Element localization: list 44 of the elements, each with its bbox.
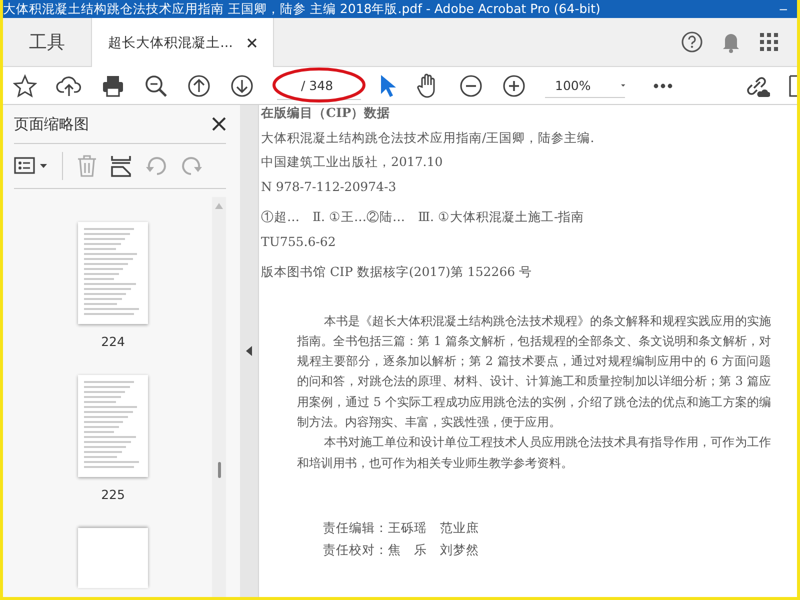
cip-line: 大体积混凝土结构跳仓法技术应用指南/王国卿，陆参主编. bbox=[261, 128, 596, 146]
caret-icon bbox=[620, 82, 625, 88]
extract-pages-icon[interactable] bbox=[111, 155, 131, 177]
cip-line: 版本图书馆 CIP 数据核字(2017)第 152266 号 bbox=[261, 263, 534, 281]
plus-circle-icon[interactable] bbox=[502, 74, 526, 98]
arrow-up-icon[interactable] bbox=[187, 74, 211, 98]
panel-icon[interactable] bbox=[789, 74, 797, 96]
page-thumbnail[interactable] bbox=[78, 375, 148, 477]
arrow-down-icon[interactable] bbox=[230, 74, 254, 98]
window-title: 大体积混凝土结构跳仓法技术应用指南 王国卿，陆参 主编 2018年版.pdf - Adobe Acrobat Pro (64-bit) bbox=[3, 0, 602, 18]
page-thumbnail[interactable] bbox=[78, 528, 148, 588]
scrollbar[interactable] bbox=[212, 197, 226, 597]
credit-line: 责任校对：焦 乐 刘梦然 bbox=[323, 540, 480, 559]
star-icon[interactable] bbox=[13, 74, 37, 98]
cip-line: 中国建筑工业出版社，2017.10 bbox=[261, 153, 444, 171]
collapse-arrow-icon[interactable] bbox=[246, 346, 252, 356]
page-thumbnail[interactable] bbox=[78, 222, 148, 324]
cip-line: 在版编目（CIP）数据 bbox=[261, 105, 392, 122]
options-icon[interactable] bbox=[14, 156, 48, 176]
cip-line: ①超… Ⅱ. ①王…②陆… Ⅲ. ①大体积混凝土施工-指南 bbox=[261, 208, 586, 226]
minimize-button[interactable]: – bbox=[770, 1, 797, 17]
cloud-upload-icon[interactable] bbox=[56, 74, 82, 98]
help-icon[interactable] bbox=[681, 31, 703, 53]
body-paragraph: 本书是《超长大体积混凝土结构跳仓法技术规程》的条文解释和规程实践应用的实施指南。全书包括三篇：第 1 篇条文解析，包括规程的全部条文、条文说明和条文解析，对规程主要部分，逐条加以解析；第 2 篇技术要点，通过对规程编制应用中的 6 方面问题的问和答，对跳仓法的原理、材料、设计、计算施工和质量控制加以详细分析；第 3 篇应用案例，通过 5 个实际工程成功应用跳仓法的实例，介绍了跳仓法的优点和施工方案的编制方法。内容翔实、丰富，实践性强，便于应用。 bbox=[297, 312, 771, 431]
more-icon[interactable] bbox=[653, 82, 673, 88]
apps-grid-icon[interactable] bbox=[759, 32, 779, 52]
cursor-arrow-icon[interactable] bbox=[379, 74, 397, 98]
cip-line: TU755.6-62 bbox=[261, 232, 337, 250]
credit-line: 责任编辑：王砾瑶 范业庶 bbox=[323, 518, 480, 537]
zoom-dropdown[interactable]: 100% bbox=[545, 74, 625, 98]
bell-icon[interactable] bbox=[721, 31, 741, 53]
panel-title: 页面缩略图 bbox=[14, 114, 89, 134]
body-paragraph: 本书对施工单位和设计单位工程技术人员应用跳仓法技术具有指导作用，可作为工作和培训用书，也可作为相关专业师生教学参考资料。 bbox=[297, 434, 771, 472]
minus-circle-icon[interactable] bbox=[459, 74, 483, 98]
scroll-thumb[interactable] bbox=[218, 462, 220, 478]
cip-line: N 978-7-112-20974-3 bbox=[261, 178, 398, 196]
tab[interactable]: 超长大体积混凝土... bbox=[92, 18, 274, 67]
printer-icon[interactable] bbox=[101, 74, 125, 98]
zoom-out-icon[interactable] bbox=[144, 74, 168, 98]
close-icon[interactable] bbox=[212, 117, 226, 131]
close-icon[interactable] bbox=[246, 38, 257, 48]
page-count: / 348 bbox=[301, 78, 334, 92]
page-number: 225 bbox=[101, 487, 125, 502]
page-number: 224 bbox=[101, 334, 125, 349]
